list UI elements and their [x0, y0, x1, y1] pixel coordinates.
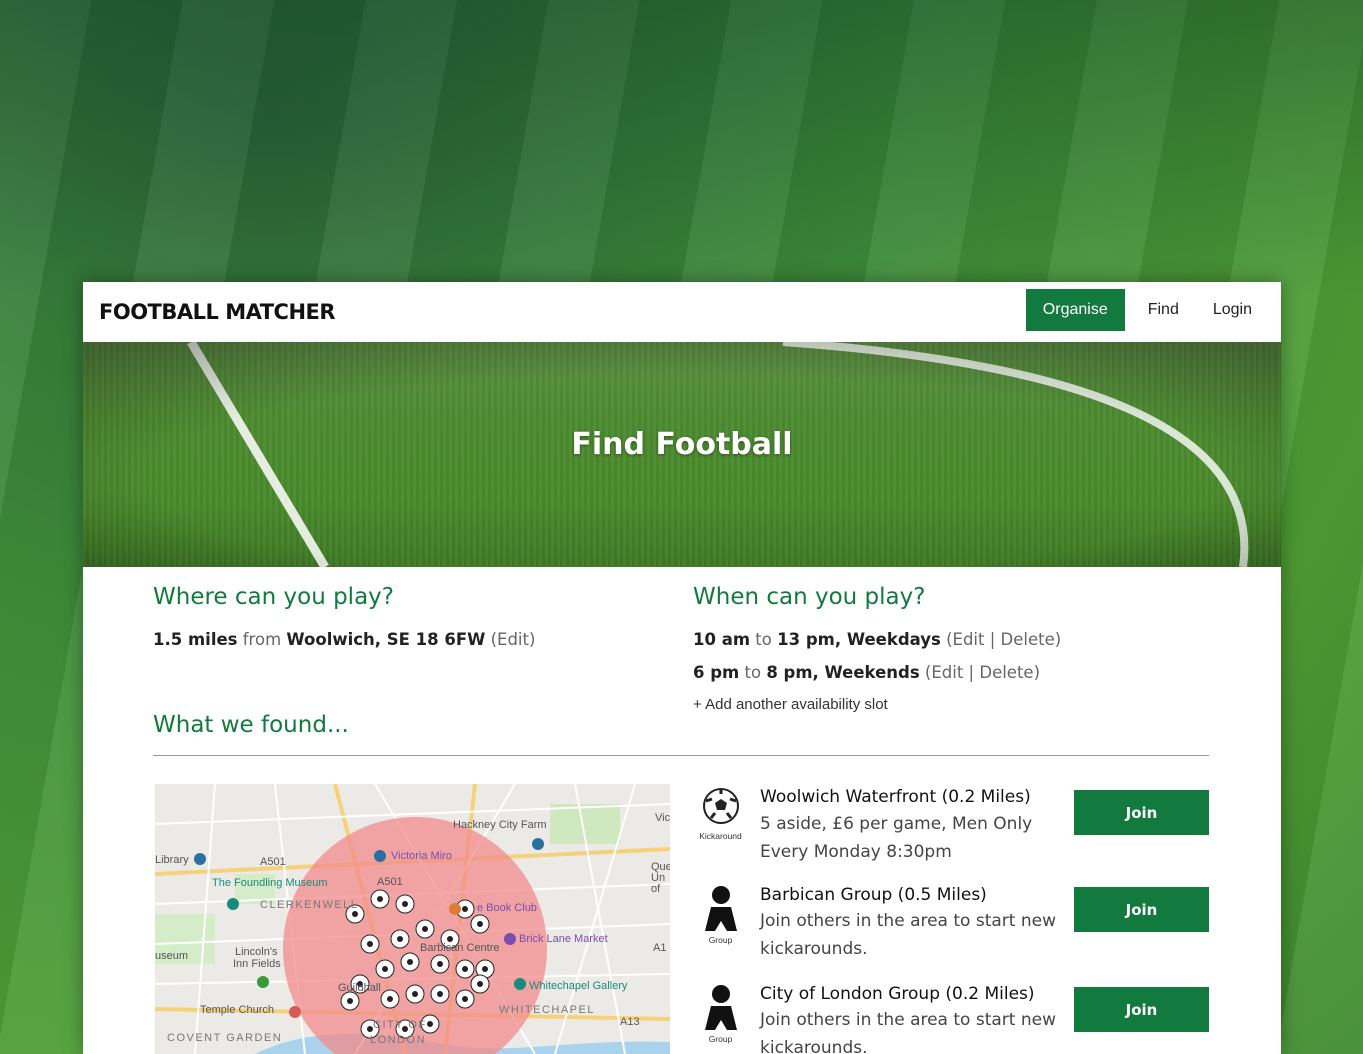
- edit-slot-link[interactable]: Edit: [931, 663, 963, 682]
- slot-end: 8 pm, Weekends: [766, 663, 920, 682]
- map-label: WHITECHAPEL: [499, 1004, 595, 1016]
- availability-slot: 10 am to 13 pm, Weekdays (Edit | Delete): [693, 630, 1061, 649]
- result-detail: 5 aside, £6 per game, Men Only: [760, 814, 1033, 834]
- slot-start: 10 am: [693, 630, 751, 649]
- nav-find-link[interactable]: Find: [1131, 289, 1196, 331]
- map-label: A501: [377, 876, 403, 888]
- slot-start: 6 pm: [693, 663, 740, 682]
- join-button[interactable]: Join: [1074, 887, 1209, 932]
- map-label: Library: [155, 854, 189, 866]
- map-label: Brick Lane Market: [519, 933, 608, 945]
- where-details: 1.5 miles from Woolwich, SE 18 6FW (Edit…: [153, 630, 535, 649]
- map-label: A501: [260, 856, 286, 868]
- join-button[interactable]: Join: [1074, 987, 1209, 1032]
- slot-separator: |: [968, 663, 975, 682]
- map-label: Vic: [655, 812, 670, 824]
- hero-banner: Find Football: [83, 342, 1281, 567]
- map-label: Lincoln's: [235, 946, 278, 958]
- football-icon: Kickaround: [693, 787, 748, 841]
- delete-slot-link[interactable]: Delete: [979, 663, 1033, 682]
- slot-to-word: to: [744, 663, 762, 682]
- divider: [153, 755, 1209, 756]
- result-icon-caption: Group: [708, 935, 733, 945]
- result-detail: Join others in the area to start new: [760, 911, 1056, 931]
- map-label: Inn Fields: [233, 958, 281, 970]
- edit-location-link[interactable]: (Edit): [491, 630, 536, 649]
- nav-organise-button[interactable]: Organise: [1025, 289, 1125, 331]
- group-icon: Group: [693, 984, 748, 1044]
- map-label: Guildhall: [338, 982, 381, 994]
- result-detail: kickarounds.: [760, 939, 868, 959]
- map-label: useum: [155, 950, 189, 962]
- result-detail: Join others in the area to start new: [760, 1010, 1056, 1030]
- nav-login-link[interactable]: Login: [1196, 289, 1269, 331]
- map-label: CLERKENWELL: [260, 899, 359, 911]
- map-label: Victoria Miro: [391, 850, 452, 862]
- nav-links: Organise Find Login: [1025, 289, 1269, 331]
- delete-slot-link[interactable]: Delete: [1001, 630, 1055, 649]
- map-label: CITY OF: [373, 1019, 427, 1031]
- background-pitch-shade: [0, 0, 1363, 300]
- main-card: FOOTBALL MATCHER Organise Find Login Fin…: [83, 282, 1281, 1054]
- group-icon: Group: [693, 885, 748, 945]
- top-navbar: FOOTBALL MATCHER Organise Find Login: [83, 282, 1281, 342]
- map-label: LONDON: [370, 1034, 427, 1046]
- map-label: Barbican Centre: [420, 942, 500, 954]
- slot-to-word: to: [755, 630, 772, 649]
- map-label: Que Un of: [651, 861, 670, 895]
- result-icon-caption: Kickaround: [699, 831, 742, 841]
- add-availability-link[interactable]: + Add another availability slot: [693, 696, 888, 713]
- slot-separator: |: [989, 630, 996, 649]
- distance-value: 1.5 miles: [153, 630, 238, 649]
- result-title[interactable]: Barbican Group (0.5 Miles): [760, 885, 987, 905]
- map-label: Temple Church: [200, 1004, 274, 1016]
- map-label: Whitechapel Gallery: [529, 980, 628, 992]
- page-title: Find Football: [571, 427, 793, 462]
- found-heading: What we found...: [153, 712, 349, 738]
- result-detail: kickarounds.: [760, 1038, 868, 1054]
- join-button[interactable]: Join: [1074, 790, 1209, 835]
- results-map[interactable]: Hackney City Farm Victoria Miro Library …: [155, 784, 670, 1054]
- result-title[interactable]: City of London Group (0.2 Miles): [760, 984, 1035, 1004]
- map-label: A13: [620, 1016, 640, 1028]
- map-label: COVENT GARDEN: [167, 1032, 283, 1044]
- map-label: Hackney City Farm: [453, 819, 547, 831]
- map-label: e Book Club: [477, 902, 537, 914]
- availability-slot: 6 pm to 8 pm, Weekends (Edit | Delete): [693, 663, 1040, 682]
- slot-end: 13 pm, Weekdays: [777, 630, 941, 649]
- slot-paren-close: ): [1054, 630, 1062, 649]
- edit-slot-link[interactable]: Edit: [953, 630, 985, 649]
- slot-paren-close: ): [1033, 663, 1041, 682]
- from-word: from: [242, 630, 282, 649]
- where-heading: Where can you play?: [153, 584, 394, 610]
- result-detail: Every Monday 8:30pm: [760, 842, 952, 862]
- location-value: Woolwich, SE 18 6FW: [286, 630, 486, 649]
- when-heading: When can you play?: [693, 584, 926, 610]
- map-label: The Foundling Museum: [212, 877, 328, 889]
- brand-logo[interactable]: FOOTBALL MATCHER: [99, 300, 336, 324]
- result-icon-caption: Group: [708, 1034, 733, 1044]
- map-label: A1: [653, 942, 667, 954]
- result-title[interactable]: Woolwich Waterfront (0.2 Miles): [760, 787, 1031, 807]
